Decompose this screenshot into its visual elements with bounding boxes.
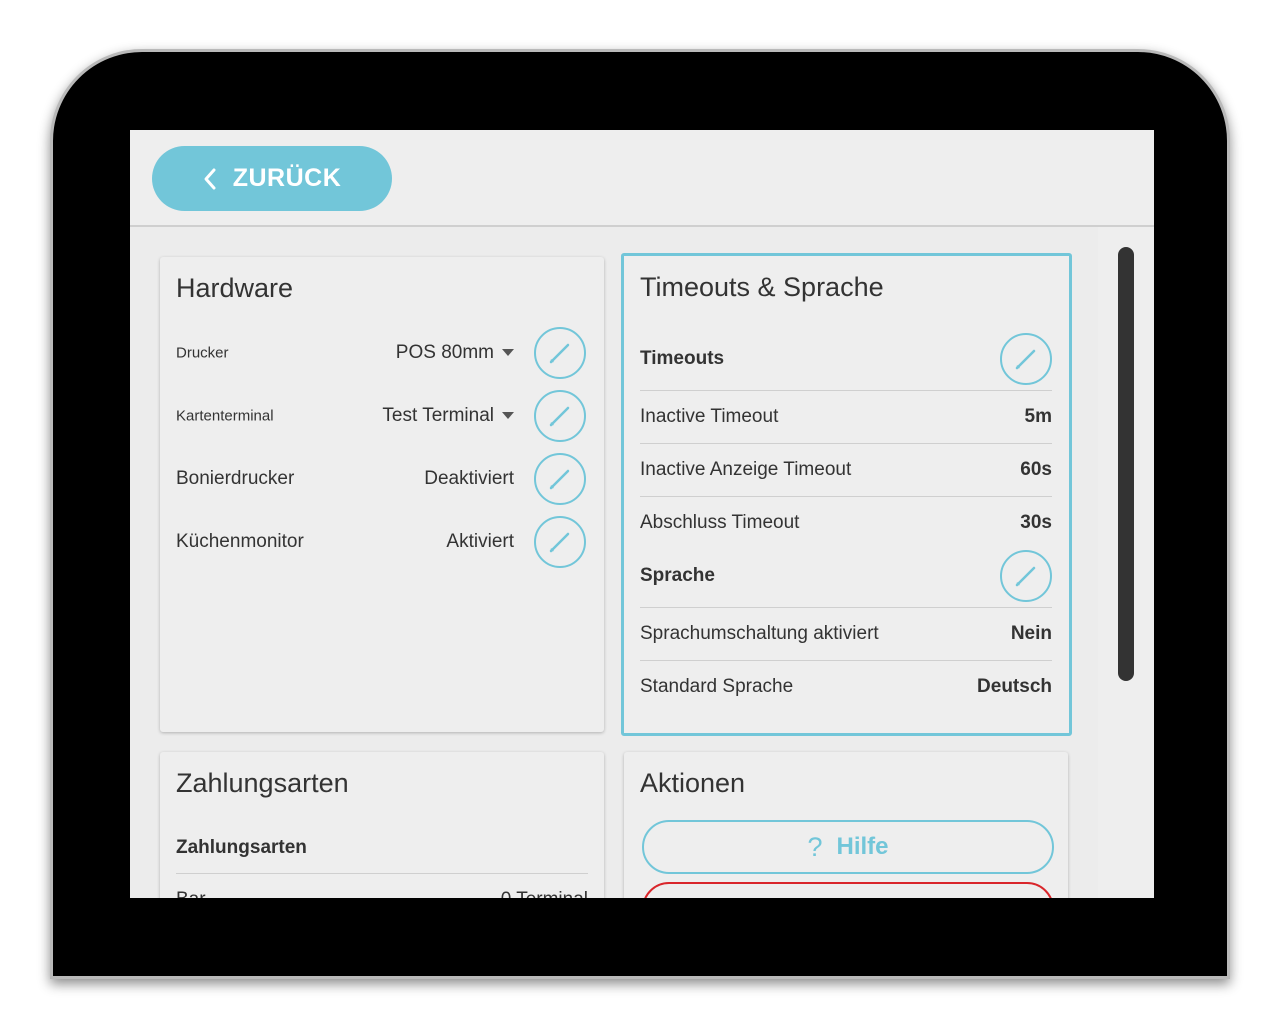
payment-methods-section-label: Zahlungsarten — [176, 837, 307, 858]
inactive-display-timeout-value: 60s — [1020, 459, 1052, 480]
default-language-label: Standard Sprache — [640, 676, 794, 697]
inactive-timeout-value: 5m — [1024, 406, 1052, 427]
content-area: Hardware Drucker POS 80mm Kartenterminal… — [130, 227, 1098, 898]
payment-methods-title: Zahlungsarten — [176, 768, 349, 798]
pencil-icon — [549, 532, 570, 553]
edit-card-terminal-button[interactable] — [534, 390, 586, 442]
pencil-icon — [1015, 349, 1036, 370]
timeouts-language-card[interactable]: Timeouts & Sprache Timeouts Inactive Tim… — [621, 253, 1072, 736]
hardware-title: Hardware — [176, 273, 294, 303]
default-language-value: Deutsch — [977, 676, 1052, 697]
inactive-display-timeout-label: Inactive Anzeige Timeout — [640, 459, 852, 480]
edit-timeouts-button[interactable] — [1000, 333, 1052, 385]
inactive-display-timeout-row: Inactive Anzeige Timeout 60s — [640, 443, 1052, 496]
pencil-icon — [549, 406, 570, 427]
dropdown-caret-icon — [502, 412, 514, 419]
payment-method-value: 0 Terminal — [501, 889, 588, 898]
default-language-row: Standard Sprache Deutsch — [640, 660, 1052, 713]
completion-timeout-value: 30s — [1020, 512, 1052, 533]
hardware-row-drucker: Drucker POS 80mm — [176, 325, 586, 381]
edit-kitchen-monitor-button[interactable] — [534, 516, 586, 568]
payment-methods-card: Zahlungsarten Zahlungsarten Bar 0 Termin… — [160, 752, 604, 898]
actions-title: Aktionen — [640, 768, 746, 798]
edit-order-printer-button[interactable] — [534, 453, 586, 505]
payment-method-row: Bar 0 Terminal — [176, 873, 588, 898]
chevron-left-icon — [204, 168, 216, 189]
top-bar: ZURÜCK — [130, 130, 1154, 227]
pencil-icon — [1015, 566, 1036, 587]
pencil-icon — [549, 469, 570, 490]
order-printer-value: Deaktiviert — [424, 468, 514, 489]
inactive-timeout-label: Inactive Timeout — [640, 406, 779, 427]
language-switch-row: Sprachumschaltung aktiviert Nein — [640, 607, 1052, 660]
language-switch-value: Nein — [1010, 623, 1052, 644]
card-terminal-label: Kartenterminal — [176, 407, 274, 425]
hardware-row-bonierdrucker: Bonierdrucker Deaktiviert — [176, 451, 586, 507]
completion-timeout-row: Abschluss Timeout 30s — [640, 496, 1052, 549]
order-printer-label: Bonierdrucker — [176, 468, 295, 489]
dropdown-caret-icon — [502, 349, 514, 356]
hardware-card: Hardware Drucker POS 80mm Kartenterminal… — [160, 257, 604, 732]
help-label: Hilfe — [836, 833, 889, 860]
language-section-label: Sprache — [640, 565, 715, 586]
inactive-timeout-row: Inactive Timeout 5m — [640, 390, 1052, 443]
back-button[interactable]: ZURÜCK — [152, 146, 392, 211]
payment-method-label: Bar — [176, 889, 206, 898]
edit-language-button[interactable] — [1000, 550, 1052, 602]
actions-card: Aktionen ? Hilfe — [624, 752, 1068, 898]
timeouts-section-label: Timeouts — [640, 348, 725, 369]
timeouts-language-title: Timeouts & Sprache — [640, 272, 884, 302]
kitchen-monitor-label: Küchenmonitor — [176, 531, 304, 552]
printer-select[interactable]: POS 80mm — [396, 342, 494, 364]
card-terminal-select[interactable]: Test Terminal — [382, 405, 494, 427]
help-button[interactable]: ? Hilfe — [642, 820, 1054, 874]
kitchen-monitor-value: Aktiviert — [446, 531, 514, 552]
language-switch-label: Sprachumschaltung aktiviert — [640, 623, 879, 644]
timeouts-section-header: Timeouts — [640, 331, 1052, 387]
scrollbar-thumb[interactable] — [1118, 247, 1134, 681]
back-label: ZURÜCK — [232, 164, 342, 192]
printer-label: Drucker — [176, 344, 229, 362]
danger-action-button[interactable] — [642, 882, 1054, 898]
hardware-row-kuechenmonitor: Küchenmonitor Aktiviert — [176, 514, 586, 570]
completion-timeout-label: Abschluss Timeout — [640, 512, 800, 533]
app-screen: ZURÜCK Hardware Drucker POS 80mm Kartent… — [130, 130, 1154, 898]
edit-printer-button[interactable] — [534, 327, 586, 379]
question-icon: ? — [807, 831, 823, 862]
hardware-row-kartenterminal: Kartenterminal Test Terminal — [176, 388, 586, 444]
payment-methods-section: Zahlungsarten — [176, 820, 588, 876]
language-section-header: Sprache — [640, 548, 1052, 604]
pencil-icon — [549, 343, 570, 364]
